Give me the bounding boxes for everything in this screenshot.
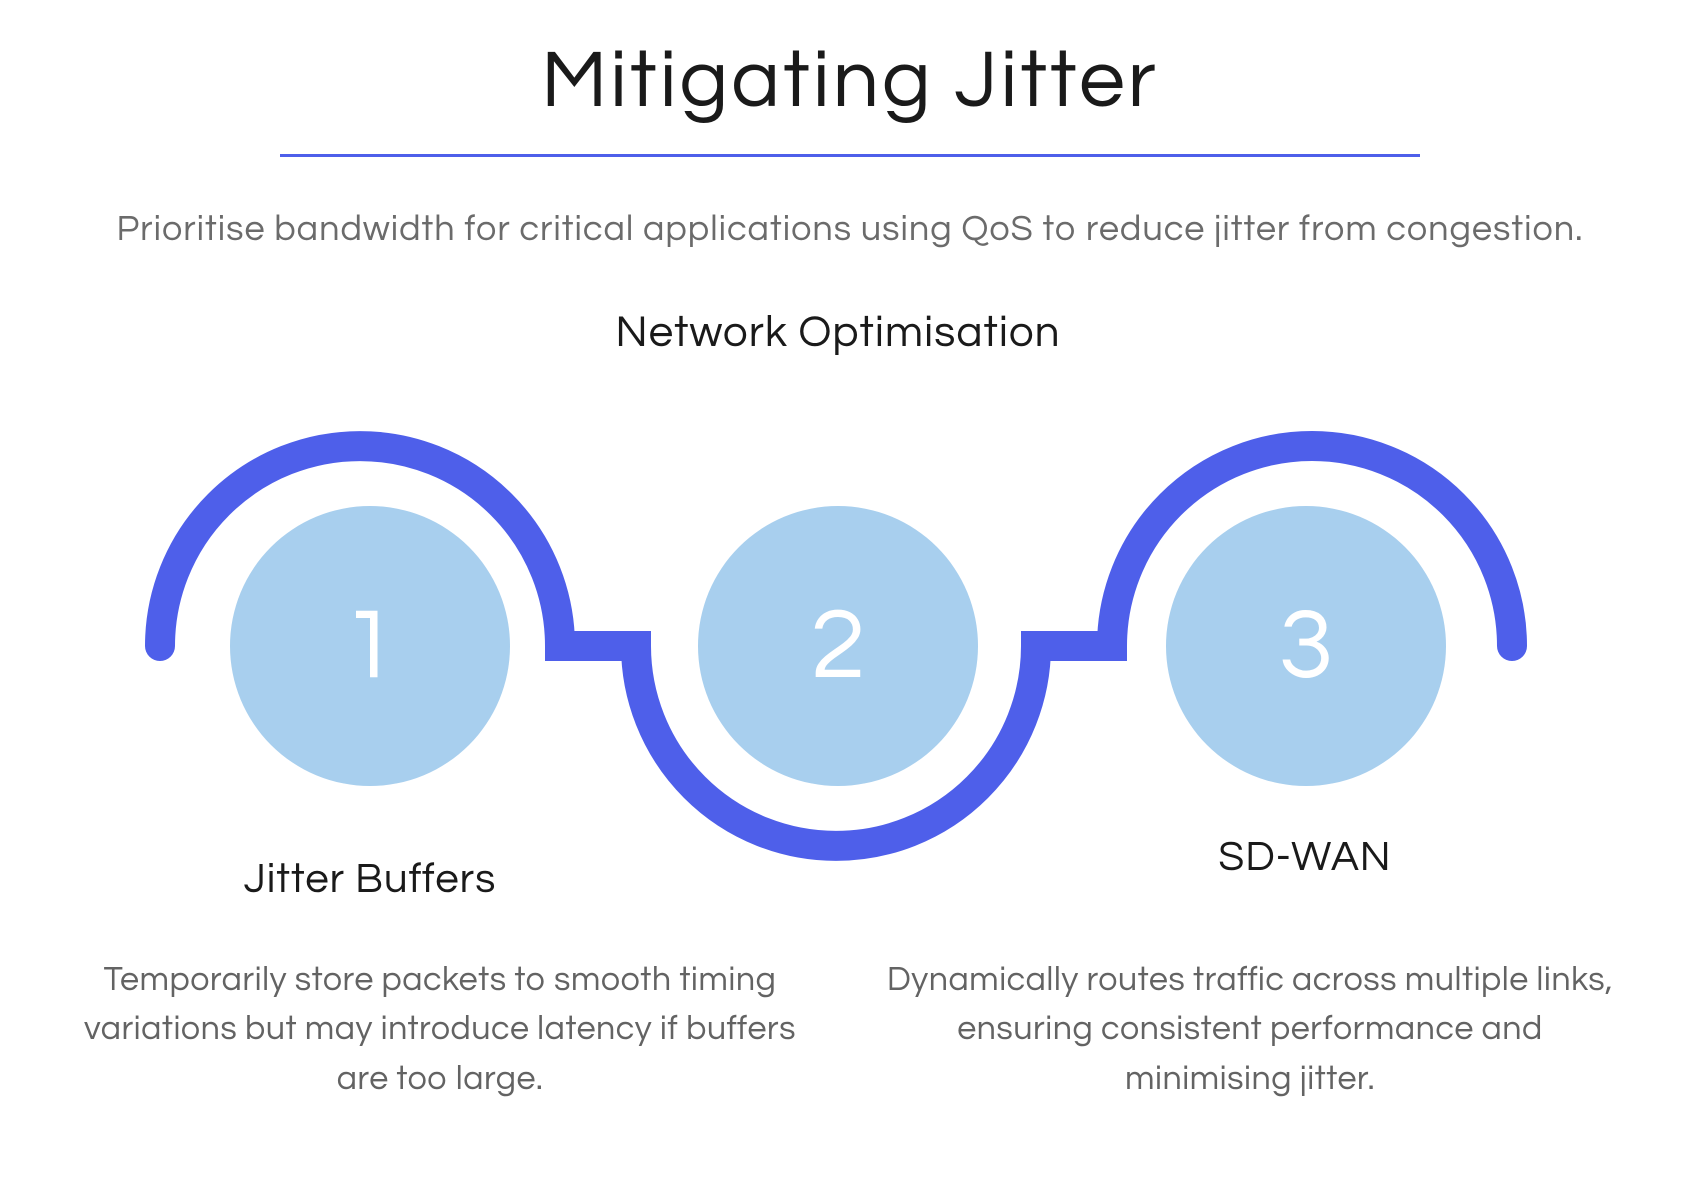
- wave-diagram: 1 2 3 Network Optimisation Jitter Buffer…: [80, 296, 1620, 936]
- page-title: Mitigating Jitter: [80, 40, 1620, 124]
- step-number-1: 1: [343, 595, 398, 698]
- step-circle-3: 3: [1166, 506, 1446, 786]
- subtitle: Prioritise bandwidth for critical applic…: [80, 202, 1620, 256]
- step-description-1: Temporarily store packets to smooth timi…: [80, 956, 800, 1104]
- step-circle-1: 1: [230, 506, 510, 786]
- step-label-1: Jitter Buffers: [160, 858, 580, 901]
- step-label-3: SD-WAN: [1110, 836, 1500, 879]
- step-label-2: Network Optimisation: [613, 306, 1063, 361]
- step-number-3: 3: [1279, 595, 1334, 698]
- step-description-3: Dynamically routes traffic across multip…: [880, 956, 1620, 1104]
- step-number-2: 2: [811, 595, 866, 698]
- step-circle-2: 2: [698, 506, 978, 786]
- title-underline: [280, 154, 1420, 157]
